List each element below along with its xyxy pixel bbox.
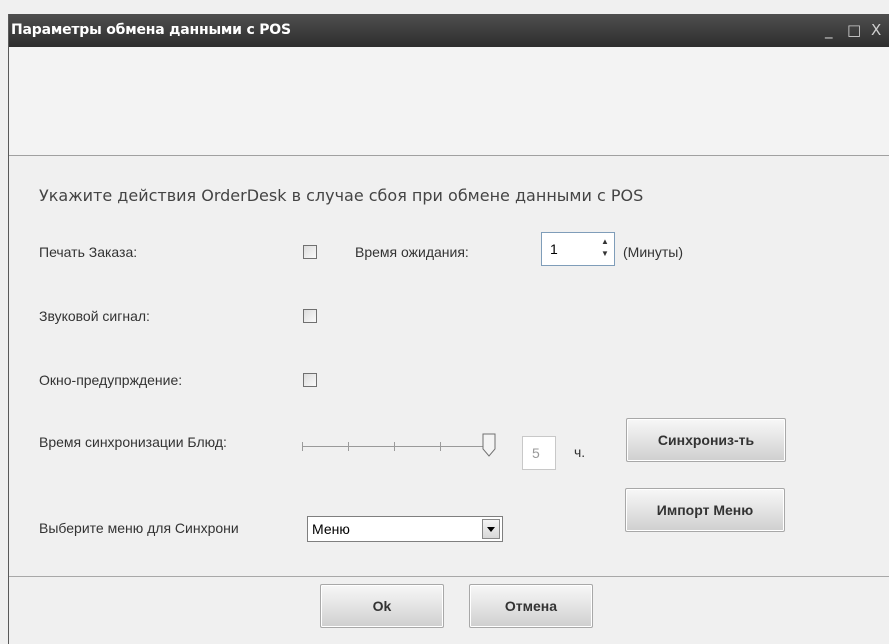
sync-time-unit: ч. [574,444,586,460]
slider-tick [440,442,441,451]
slider-tick [394,442,395,451]
slider-tick [348,442,349,451]
instruction-text: Укажите действия OrderDesk в случае сбоя… [39,186,644,205]
menu-select-label: Выберите меню для Синхрони [39,520,239,536]
maximize-button[interactable]: □ [847,21,861,39]
print-order-checkbox[interactable] [303,245,317,259]
sync-time-slider[interactable] [302,432,497,466]
wait-time-value: 1 [550,241,558,257]
title-bar[interactable]: Параметры обмена данными с POS _ □ X [9,14,889,47]
wait-time-label: Время ожидания: [355,244,469,260]
window-title: Параметры обмена данными с POS [11,22,291,38]
sound-signal-checkbox[interactable] [303,309,317,323]
spinner-arrows-icon[interactable]: ▲ ▼ [598,236,612,262]
sync-time-label: Время синхронизации Блюд: [39,434,227,450]
warning-window-label: Окно-предупрждение: [39,372,183,388]
sync-button[interactable]: Синхрониз-ть [626,418,786,462]
slider-tick [302,442,303,451]
footer-divider [9,576,889,577]
header-band [9,47,889,156]
import-menu-button[interactable]: Импорт Меню [625,488,785,532]
minimize-button[interactable]: _ [825,21,833,39]
print-order-label: Печать Заказа: [39,244,138,260]
menu-select[interactable]: Меню [307,516,503,542]
dropdown-arrow-icon[interactable] [482,519,500,539]
menu-select-value: Меню [312,521,350,537]
sync-time-value: 5 [522,436,556,470]
warning-window-checkbox[interactable] [303,373,317,387]
wait-time-unit: (Минуты) [623,244,684,260]
ok-button[interactable]: Ok [320,584,444,628]
dialog-window: Параметры обмена данными с POS _ □ X Ука… [8,14,889,644]
wait-time-spinner[interactable]: 1 ▲ ▼ [541,232,615,266]
slider-thumb-icon[interactable] [482,433,496,457]
sound-signal-label: Звуковой сигнал: [39,308,150,324]
cancel-button[interactable]: Отмена [469,584,593,628]
close-button[interactable]: X [871,21,881,39]
